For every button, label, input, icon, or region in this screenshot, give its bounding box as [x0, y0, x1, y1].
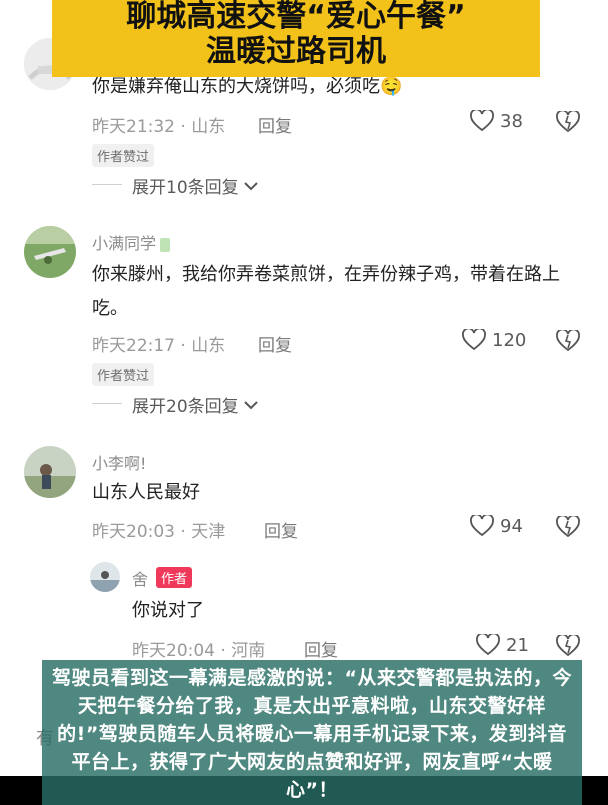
heart-icon — [462, 329, 486, 351]
caption-overlay: 驾驶员看到这一幕满是感激的说：“从来交警都是执法的，今天把午餐分给了我，真是太出… — [42, 660, 582, 805]
like-count: 120 — [492, 329, 527, 351]
dislike-heart-icon[interactable] — [556, 111, 580, 133]
tag-icon — [160, 237, 171, 252]
avatar[interactable] — [24, 226, 76, 278]
headline-line-2: 温暖过路司机 — [206, 33, 386, 69]
avatar[interactable] — [24, 446, 76, 498]
headline-line-1: 聊城高速交警“爱心午餐” — [126, 0, 466, 34]
chevron-down-icon — [243, 181, 258, 190]
like-button[interactable]: 21 — [476, 634, 529, 656]
comment-time-location: 昨天21:32 · 山东 — [92, 117, 226, 137]
divider — [92, 403, 122, 404]
reply-button[interactable]: 回复 — [264, 517, 298, 542]
like-button[interactable]: 120 — [462, 329, 526, 351]
caption-text: 驾驶员看到这一幕满是感激的说：“从来交警都是执法的，今天把午餐分给了我，真是太出… — [52, 667, 572, 801]
headline-banner: 聊城高速交警“爱心午餐” 温暖过路司机 — [52, 0, 540, 77]
dislike-heart-icon[interactable] — [556, 330, 580, 352]
comment-time-location: 昨天20:03 · 天津 — [92, 522, 226, 542]
expand-replies-button[interactable]: 展开10条回复 — [132, 173, 259, 198]
heart-icon — [470, 515, 494, 537]
chevron-down-icon — [243, 400, 258, 409]
reply-button[interactable]: 回复 — [258, 331, 292, 356]
dislike-heart-icon[interactable] — [556, 516, 580, 538]
comment-time-location: 昨天22:17 · 山东 — [92, 336, 226, 356]
username[interactable]: 小李啊! — [92, 450, 146, 474]
author-liked-badge: 作者赞过 — [92, 363, 155, 386]
username[interactable]: 舍 — [132, 566, 148, 590]
like-count: 38 — [500, 110, 523, 132]
username[interactable]: 小满同学 — [92, 230, 171, 254]
author-tag: 作者 — [156, 567, 193, 588]
expand-replies-button[interactable]: 展开20条回复 — [132, 392, 259, 417]
author-liked-badge: 作者赞过 — [92, 144, 155, 167]
expand-label: 展开20条回复 — [132, 397, 239, 417]
reply-button[interactable]: 回复 — [304, 636, 338, 661]
dislike-heart-icon[interactable] — [556, 635, 580, 657]
like-count: 21 — [506, 634, 529, 656]
heart-icon — [470, 110, 494, 132]
comment-text: 你来滕州，我给你弄卷菜煎饼，在弄份辣子鸡，带着在路上吃。 — [92, 264, 560, 319]
avatar[interactable] — [90, 562, 120, 592]
comment-time-location: 昨天20:04 · 河南 — [132, 641, 266, 661]
divider — [92, 184, 122, 185]
like-count: 94 — [500, 515, 523, 537]
reply-button[interactable]: 回复 — [258, 112, 292, 137]
drooling-emoji-icon: 🤤 — [380, 76, 403, 97]
comment-text: 你说对了 — [132, 600, 204, 621]
like-button[interactable]: 38 — [470, 110, 523, 132]
like-button[interactable]: 94 — [470, 515, 523, 537]
comment-text: 山东人民最好 — [92, 482, 200, 503]
heart-icon — [476, 634, 500, 656]
expand-label: 展开10条回复 — [132, 178, 239, 198]
